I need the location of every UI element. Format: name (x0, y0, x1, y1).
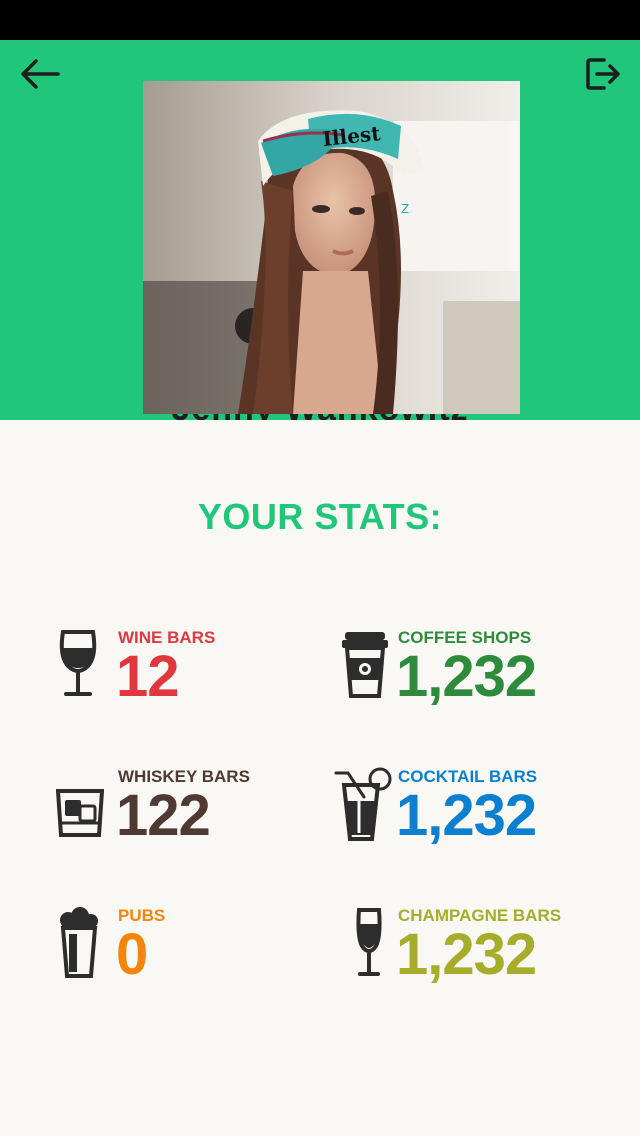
stat-coffee-shops: COFFEE SHOPS 1,232 (340, 628, 600, 718)
arrow-left-icon (21, 59, 60, 89)
stat-cocktail-bars: COCKTAIL BARS 1,232 (334, 767, 604, 857)
wine-glass-icon (59, 630, 97, 696)
svg-text:Z: Z (401, 202, 409, 216)
stat-value: 0 (116, 922, 148, 987)
stat-value: 122 (116, 783, 211, 848)
stat-value: 1,232 (396, 922, 537, 987)
back-button[interactable] (18, 54, 64, 94)
stat-value: 1,232 (396, 783, 537, 848)
stats-title: YOUR STATS: (197, 496, 443, 537)
coffee-cup-icon (342, 632, 388, 698)
logout-icon (586, 58, 620, 90)
whiskey-glass-icon (56, 789, 104, 837)
stat-wine-bars: WINE BARS 12 (56, 628, 306, 718)
stat-champagne-bars: CHAMPAGNE BARS 1,232 (354, 906, 604, 996)
beer-glass-icon (60, 907, 98, 978)
status-bar (0, 0, 640, 40)
stat-pubs: PUBS 0 (58, 906, 308, 996)
cocktail-icon (334, 767, 392, 841)
stat-value: 1,232 (396, 644, 537, 709)
logout-button[interactable] (582, 54, 624, 94)
profile-header: Jenny Wankowitz (0, 40, 640, 420)
stat-value: 12 (116, 644, 180, 709)
profile-photo: Illest Z (143, 81, 520, 414)
stat-whiskey-bars: WHISKEY BARS 122 (56, 767, 306, 857)
champagne-flute-icon (356, 908, 382, 976)
